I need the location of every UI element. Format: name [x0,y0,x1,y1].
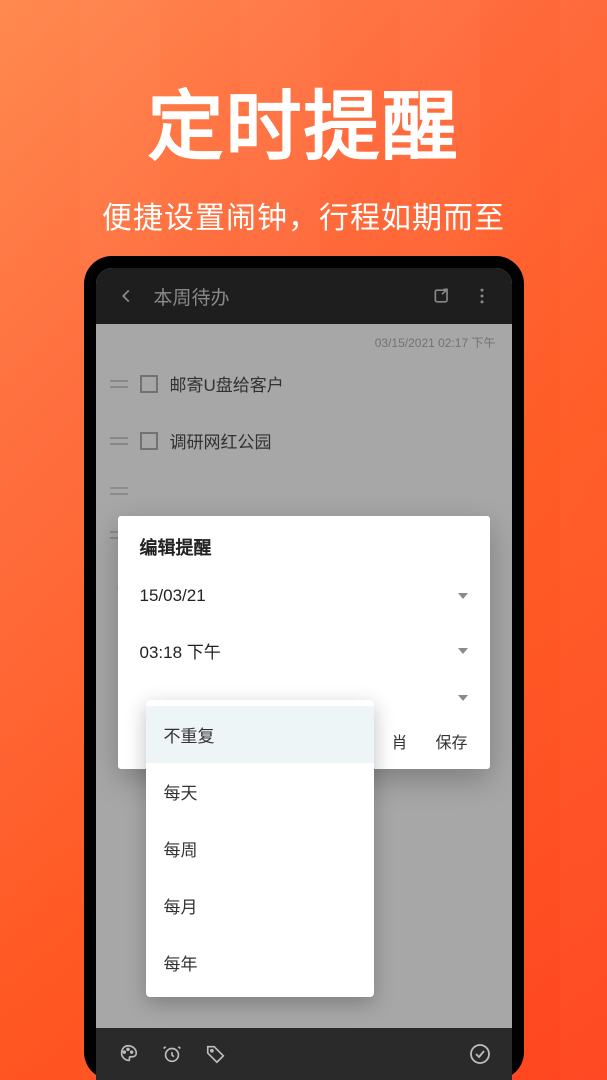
alarm-icon [161,1043,183,1065]
dropdown-item-no-repeat[interactable]: 不重复 [146,706,374,763]
dropdown-item-yearly[interactable]: 每年 [146,934,374,991]
done-button[interactable] [458,1032,502,1076]
date-value: 15/03/21 [140,586,206,606]
repeat-dropdown: 不重复 每天 每周 每月 每年 [146,700,374,997]
bottom-toolbar [96,1028,512,1080]
time-value: 03:18 下午 [140,638,221,663]
palette-icon [117,1043,139,1065]
hero-title: 定时提醒 [0,65,607,175]
palette-button[interactable] [106,1032,150,1076]
chevron-down-icon [458,593,468,599]
tag-icon [205,1043,227,1065]
cancel-button[interactable]: 肖 [391,729,407,753]
dropdown-item-monthly[interactable]: 每月 [146,877,374,934]
check-circle-icon [468,1042,492,1066]
hero: 定时提醒 便捷设置闹钟，行程如期而至 [0,0,607,237]
date-field[interactable]: 15/03/21 [118,570,490,622]
dropdown-item-daily[interactable]: 每天 [146,763,374,820]
chevron-down-icon [458,648,468,654]
time-field[interactable]: 03:18 下午 [118,622,490,679]
phone-frame: 本周待办 03/15/2021 02:17 下午 邮寄U盘给客户 调研网红公园 [84,256,524,1080]
chevron-down-icon [458,695,468,701]
dropdown-item-weekly[interactable]: 每周 [146,820,374,877]
hero-subtitle: 便捷设置闹钟，行程如期而至 [0,193,607,237]
tag-button[interactable] [194,1032,238,1076]
phone-screen: 本周待办 03/15/2021 02:17 下午 邮寄U盘给客户 调研网红公园 [96,268,512,1080]
dialog-title: 编辑提醒 [118,534,490,570]
save-button[interactable]: 保存 [435,729,467,753]
alarm-button[interactable] [150,1032,194,1076]
